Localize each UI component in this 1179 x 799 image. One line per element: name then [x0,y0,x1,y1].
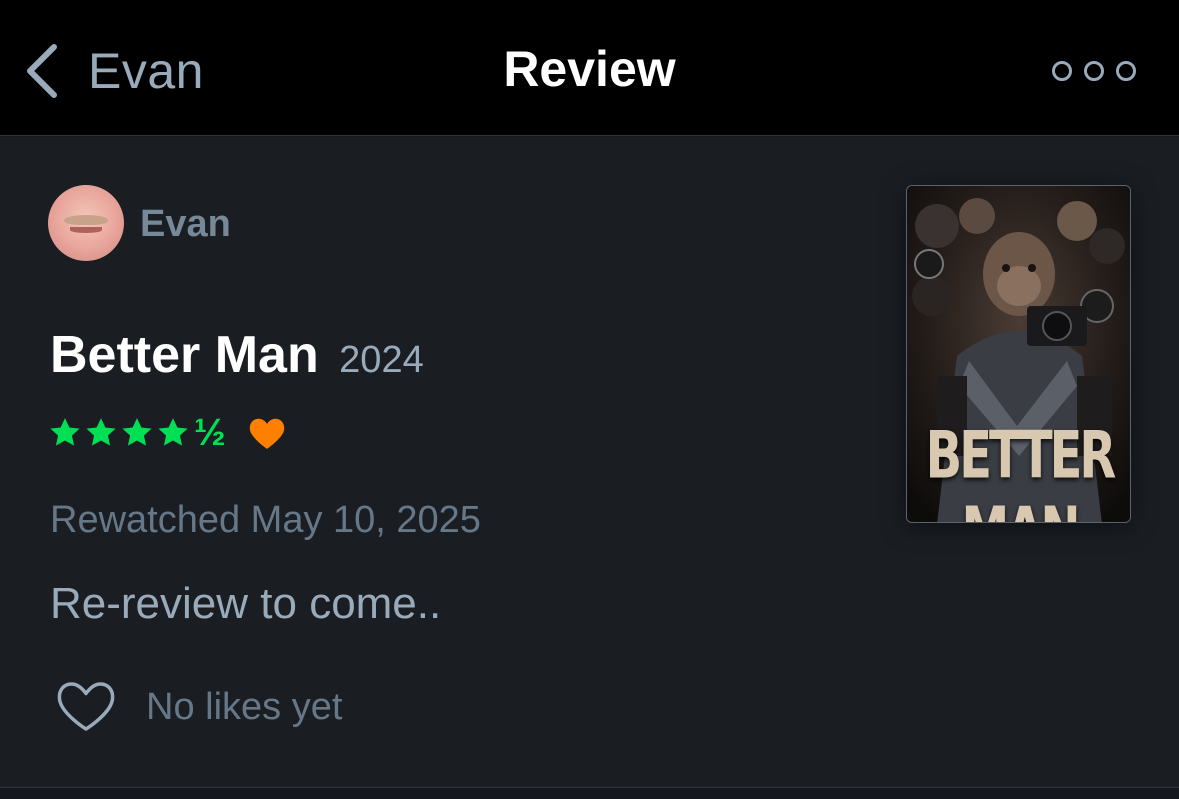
review-content: Evan Better Man 2024 ½ Rewatched May 10,… [0,137,1179,787]
review-text: Re-review to come.. [50,579,442,628]
film-poster[interactable]: BETTER MAN [906,185,1131,523]
star-icon [158,418,188,446]
avatar[interactable] [48,185,124,261]
half-star: ½ [194,412,226,454]
heart-outline-icon [57,682,115,731]
more-options-button[interactable] [1052,56,1136,86]
bottom-background [0,788,1179,799]
film-year[interactable]: 2024 [339,339,424,381]
star-icon [50,418,80,446]
back-button[interactable]: Evan [22,36,204,106]
likes-count-label: No likes yet [146,685,343,728]
more-dots-icon [1084,61,1104,81]
watch-date: Rewatched May 10, 2025 [50,499,481,541]
more-dots-icon [1052,61,1072,81]
film-title[interactable]: Better Man [50,326,319,384]
like-row: No likes yet [56,679,342,735]
film-title-row[interactable]: Better Man 2024 [50,325,424,385]
star-icon [86,418,116,446]
username[interactable]: Evan [140,203,231,246]
more-dots-icon [1116,61,1136,81]
like-button[interactable] [56,681,116,733]
avatar-mustache [64,215,108,225]
back-label: Evan [88,43,204,99]
heart-filled-icon [249,418,284,449]
star-icon [122,418,152,446]
avatar-mouth [70,227,102,233]
star-rating: ½ [48,413,286,453]
chevron-left-icon [27,44,57,98]
navigation-bar: Evan Review [0,0,1179,136]
poster-title: BETTER MAN [925,418,1117,522]
